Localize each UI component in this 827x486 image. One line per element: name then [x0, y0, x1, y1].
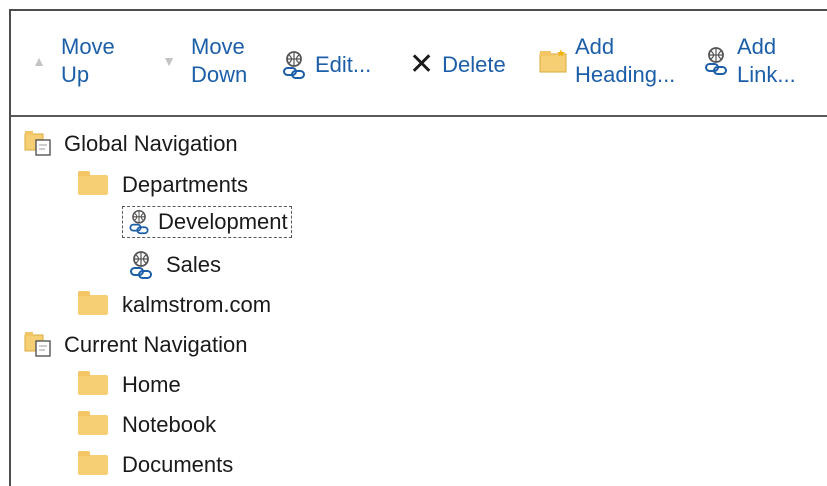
folder-icon	[78, 171, 108, 195]
arrow-up-icon: ▲	[32, 53, 46, 69]
arrow-down-icon: ▼	[162, 53, 176, 69]
add-heading-label-line1: Add	[575, 34, 615, 59]
folder-icon	[78, 411, 108, 435]
edit-label: Edit...	[315, 52, 372, 77]
folder-icon	[78, 291, 108, 315]
tree-item-current-navigation[interactable]: Current Navigation	[24, 330, 247, 360]
navigation-toolbar: ▲ Move Up ▼ Move Down Edit... ✕ Delete A…	[11, 11, 827, 117]
link-icon	[126, 250, 156, 280]
add-heading-label-line2: Heading...	[575, 62, 676, 87]
add-link-icon	[701, 46, 731, 76]
tree-item-kalmstrom[interactable]: kalmstrom.com	[78, 290, 271, 320]
link-icon	[279, 50, 309, 80]
tree-item-global-navigation[interactable]: Global Navigation	[24, 129, 238, 159]
tree-item-sales[interactable]: Sales	[126, 250, 221, 280]
move-down-button[interactable]: ▼ Move Down	[161, 33, 266, 89]
tree-item-development[interactable]: Development	[122, 206, 292, 238]
move-down-label-line2: Down	[191, 62, 248, 87]
edit-button[interactable]: Edit...	[279, 50, 371, 80]
tree-item-label: Development	[158, 209, 288, 234]
tree-item-label: Documents	[122, 452, 234, 477]
folder-icon	[78, 371, 108, 395]
move-up-label-line2: Up	[61, 62, 90, 87]
tree-item-label: Home	[122, 372, 181, 397]
link-icon	[126, 209, 152, 235]
add-link-label-line2: Link...	[737, 62, 796, 87]
delete-button[interactable]: ✕ Delete	[409, 50, 506, 80]
move-up-label-line1: Move	[61, 34, 115, 59]
add-heading-folder-icon	[539, 49, 567, 73]
tree-item-label: kalmstrom.com	[122, 292, 272, 317]
folder-icon	[78, 451, 108, 475]
move-down-label-line1: Move	[191, 34, 245, 59]
delete-x-icon: ✕	[409, 47, 435, 82]
tree-item-label: Global Navigation	[64, 131, 238, 156]
tree-item-notebook[interactable]: Notebook	[78, 410, 216, 440]
navigation-root-icon	[24, 131, 54, 157]
tree-item-label: Sales	[166, 252, 222, 277]
tree-item-documents[interactable]: Documents	[78, 450, 233, 480]
tree-item-departments[interactable]: Departments	[78, 170, 248, 200]
tree-item-home[interactable]: Home	[78, 370, 181, 400]
tree-item-label: Departments	[122, 172, 248, 197]
add-heading-button[interactable]: Add Heading...	[539, 33, 695, 89]
tree-item-label: Notebook	[122, 412, 217, 437]
add-link-button[interactable]: Add Link...	[701, 33, 817, 89]
add-link-label-line1: Add	[737, 34, 777, 59]
tree-item-label: Current Navigation	[64, 332, 248, 357]
move-up-button[interactable]: ▲ Move Up	[31, 33, 136, 89]
delete-label: Delete	[442, 52, 506, 77]
navigation-root-icon	[24, 332, 54, 358]
